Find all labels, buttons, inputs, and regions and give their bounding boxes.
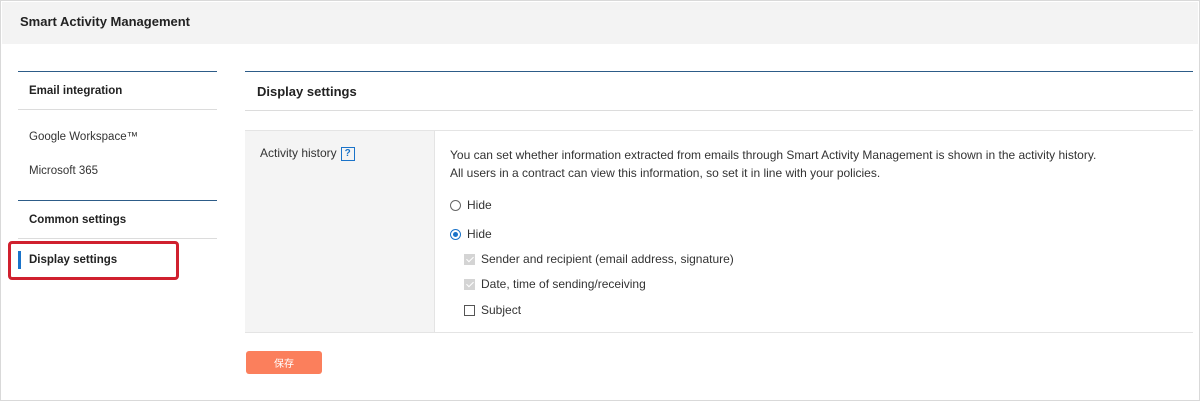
sidebar-item-label: Display settings <box>29 254 118 266</box>
sidebar: Email integration Google Workspace™ Micr… <box>18 71 217 239</box>
sidebar-item-google-workspace[interactable]: Google Workspace™ <box>18 120 217 154</box>
app-header: Smart Activity Management <box>2 2 1198 44</box>
radio-label: Hide <box>467 227 492 241</box>
sidebar-item-microsoft-365[interactable]: Microsoft 365 <box>18 154 217 188</box>
sidebar-heading-email-integration: Email integration <box>18 71 217 110</box>
checkbox-label: Subject <box>481 303 522 317</box>
description-line-1: You can set whether information extracte… <box>450 148 1097 162</box>
checkbox-date-time[interactable]: Date, time of sending/receiving <box>450 275 1193 293</box>
save-button[interactable]: 保存 <box>246 351 322 374</box>
checkbox-sender-recipient[interactable]: Sender and recipient (email address, sig… <box>450 250 1193 268</box>
checkbox-checked-disabled[interactable] <box>464 253 475 265</box>
row-content: You can set whether information extracte… <box>435 131 1193 332</box>
main-panel: Display settings Activity history ? You … <box>245 71 1193 333</box>
app-title: Smart Activity Management <box>20 14 191 29</box>
page-title: Display settings <box>245 71 1193 111</box>
app-window: Smart Activity Management Email integrat… <box>0 0 1200 401</box>
radio-label: Hide <box>467 198 492 212</box>
sidebar-heading-common-settings: Common settings <box>18 200 217 239</box>
row-label: Activity history ? <box>245 131 435 332</box>
row-label-text: Activity history <box>260 146 337 160</box>
settings-row-activity-history: Activity history ? You can set whether i… <box>245 130 1193 333</box>
checkbox-label: Sender and recipient (email address, sig… <box>481 252 734 266</box>
radio-button-unchecked[interactable] <box>450 199 461 211</box>
radio-button-checked[interactable] <box>450 228 461 240</box>
description-line-2: All users in a contract can view this in… <box>450 166 881 180</box>
help-icon[interactable]: ? <box>340 147 355 161</box>
sidebar-group-email: Google Workspace™ Microsoft 365 <box>18 110 217 200</box>
radio-option-hide[interactable]: Hide <box>450 196 1193 214</box>
checkbox-unchecked[interactable] <box>464 304 475 316</box>
active-indicator <box>18 251 21 269</box>
checkbox-label: Date, time of sending/receiving <box>481 277 646 291</box>
checkbox-subject[interactable]: Subject <box>450 301 1193 319</box>
checkbox-checked-disabled[interactable] <box>464 278 475 290</box>
radio-option-hide-selected[interactable]: Hide <box>450 225 1193 243</box>
sidebar-item-display-settings[interactable]: Display settings <box>18 249 168 271</box>
